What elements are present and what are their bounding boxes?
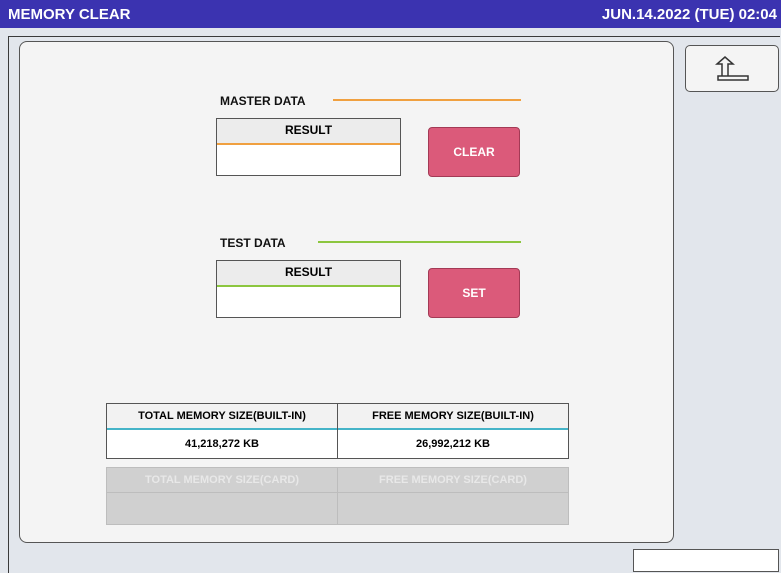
free-builtin-header: FREE MEMORY SIZE(BUILT-IN) [338,404,568,430]
builtin-memory-table: TOTAL MEMORY SIZE(BUILT-IN) 41,218,272 K… [106,403,569,459]
test-result-box: RESULT [216,260,401,318]
title-bar: MEMORY CLEAR JUN.14.2022 (TUE) 02:04 [0,0,781,28]
set-button[interactable]: SET [428,268,520,318]
master-result-line [217,143,400,145]
free-card-header: FREE MEMORY SIZE(CARD) [338,468,568,493]
master-data-line [333,99,521,101]
return-arrow-icon [715,56,749,81]
clear-button[interactable]: CLEAR [428,127,520,177]
datetime: JUN.14.2022 (TUE) 02:04 [601,6,777,23]
test-result-label: RESULT [217,261,400,285]
test-result-line [217,285,400,287]
back-button[interactable] [685,45,779,92]
total-card-cell: TOTAL MEMORY SIZE(CARD) [107,468,337,524]
free-builtin-cell: FREE MEMORY SIZE(BUILT-IN) 26,992,212 KB [338,404,568,458]
total-builtin-header: TOTAL MEMORY SIZE(BUILT-IN) [107,404,337,430]
total-builtin-cell: TOTAL MEMORY SIZE(BUILT-IN) 41,218,272 K… [107,404,337,458]
test-data-label: TEST DATA [220,236,286,250]
test-data-line [318,241,521,243]
total-card-header: TOTAL MEMORY SIZE(CARD) [107,468,337,493]
master-data-label: MASTER DATA [220,94,306,108]
free-card-cell: FREE MEMORY SIZE(CARD) [338,468,568,524]
status-field [633,549,779,572]
master-result-label: RESULT [217,119,400,143]
free-builtin-value: 26,992,212 KB [416,438,490,450]
card-memory-table: TOTAL MEMORY SIZE(CARD) FREE MEMORY SIZE… [106,467,569,525]
screen-title: MEMORY CLEAR [8,6,131,23]
total-builtin-value: 41,218,272 KB [185,438,259,450]
master-result-box: RESULT [216,118,401,176]
